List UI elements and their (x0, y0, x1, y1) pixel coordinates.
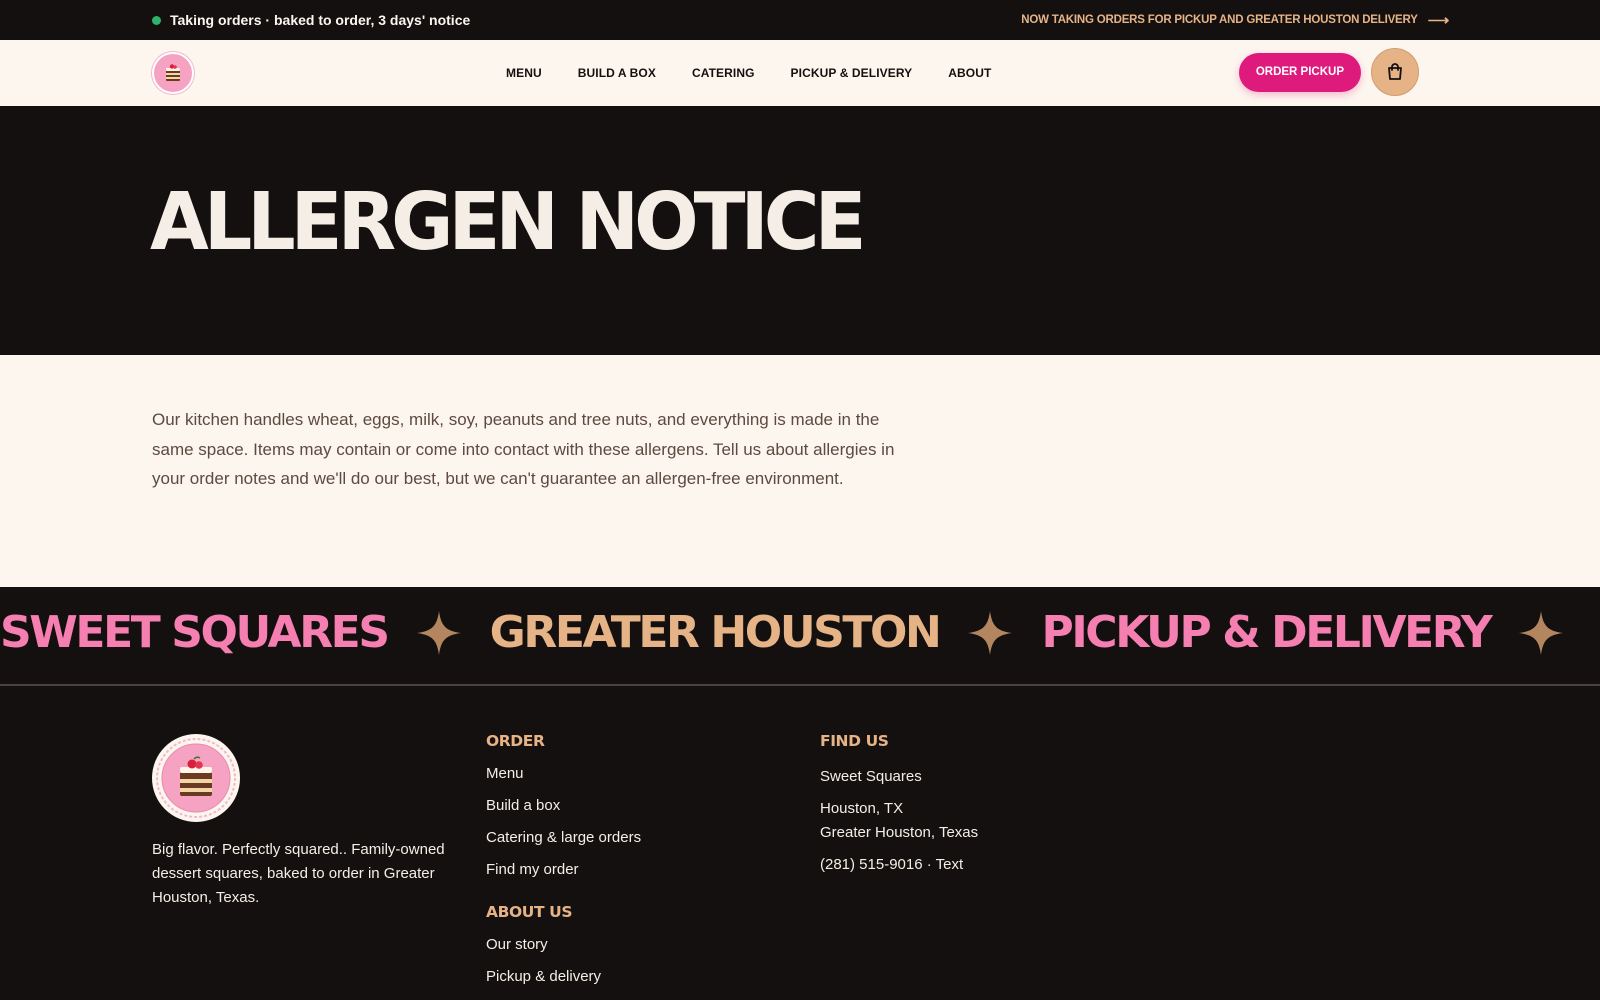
marquee-banner: SWEET SQUARES GREATER HOUSTON PICKUP & D… (0, 587, 1600, 686)
site-footer: Big flavor. Perfectly squared.. Family-o… (0, 686, 1600, 1000)
cake-logo-icon (159, 59, 187, 87)
nav-catering[interactable]: CATERING (692, 66, 755, 80)
business-city: Houston, TX (820, 800, 904, 817)
promo-link-text: NOW TAKING ORDERS FOR PICKUP AND GREATER… (1021, 14, 1418, 26)
sparkle-star-icon (968, 611, 1013, 655)
marquee-item: PICKUP & DELIVERY (1041, 607, 1492, 658)
shopping-bag-icon (1388, 63, 1402, 80)
main-nav: MENU BUILD A BOX CATERING PICKUP & DELIV… (506, 40, 991, 106)
sparkle-star-icon (1519, 611, 1564, 655)
footer-link-find-my-order[interactable]: Find my order (486, 861, 641, 879)
promo-link[interactable]: NOW TAKING ORDERS FOR PICKUP AND GREATER… (1021, 13, 1449, 28)
nav-pickup-delivery[interactable]: PICKUP & DELIVERY (791, 66, 913, 80)
footer-find-heading: FIND US (820, 732, 889, 750)
order-status-text: Taking orders · baked to order, 3 days' … (170, 12, 471, 28)
footer-order-heading: ORDER (486, 732, 545, 750)
business-region: Greater Houston, Texas (820, 824, 979, 841)
site-header: MENU BUILD A BOX CATERING PICKUP & DELIV… (0, 40, 1600, 106)
footer-link-build-a-box[interactable]: Build a box (486, 797, 641, 815)
arrow-right-icon: ⟶ (1427, 11, 1450, 29)
cart-button[interactable] (1371, 48, 1419, 96)
home-logo[interactable] (152, 52, 194, 94)
footer-order-column: ORDER Menu Build a box Catering & large … (486, 732, 641, 1000)
footer-link-menu[interactable]: Menu (486, 765, 641, 783)
allergen-notice-section: Our kitchen handles wheat, eggs, milk, s… (0, 355, 1600, 587)
business-name: Sweet Squares (820, 768, 922, 785)
header-actions: ORDER PICKUP (1238, 48, 1419, 96)
footer-about-heading: ABOUT US (486, 903, 573, 921)
footer-find-us-column: FIND US Sweet Squares Houston, TX Greate… (820, 732, 978, 877)
allergen-notice-text: Our kitchen handles wheat, eggs, milk, s… (152, 410, 895, 488)
announcement-bar: Taking orders · baked to order, 3 days' … (0, 0, 1600, 40)
hero-section: ALLERGEN NOTICE (0, 106, 1600, 355)
order-pickup-button[interactable]: ORDER PICKUP (1238, 52, 1361, 92)
footer-link-catering[interactable]: Catering & large orders (486, 829, 641, 847)
footer-link-pickup-delivery[interactable]: Pickup & delivery (486, 968, 641, 986)
footer-logo (152, 734, 240, 822)
marquee-track: SWEET SQUARES GREATER HOUSTON PICKUP & D… (0, 603, 1592, 663)
nav-menu[interactable]: MENU (506, 66, 542, 80)
order-status: Taking orders · baked to order, 3 days' … (152, 12, 470, 28)
status-dot-icon (152, 15, 161, 25)
sparkle-star-icon (416, 611, 461, 655)
page-title: ALLERGEN NOTICE (150, 174, 866, 269)
marquee-item: GREATER HOUSTON (489, 607, 942, 658)
nav-about[interactable]: ABOUT (948, 66, 991, 80)
nav-build-a-box[interactable]: BUILD A BOX (578, 66, 656, 80)
sweet-squares-badge-logo-icon (156, 738, 236, 818)
footer-link-our-story[interactable]: Our story (486, 936, 641, 954)
footer-tagline: Big flavor. Perfectly squared.. Family-o… (152, 841, 445, 906)
business-phone-link[interactable]: (281) 515-9016 · Text (820, 853, 978, 877)
marquee-item: SWEET SQUARES (0, 607, 390, 658)
